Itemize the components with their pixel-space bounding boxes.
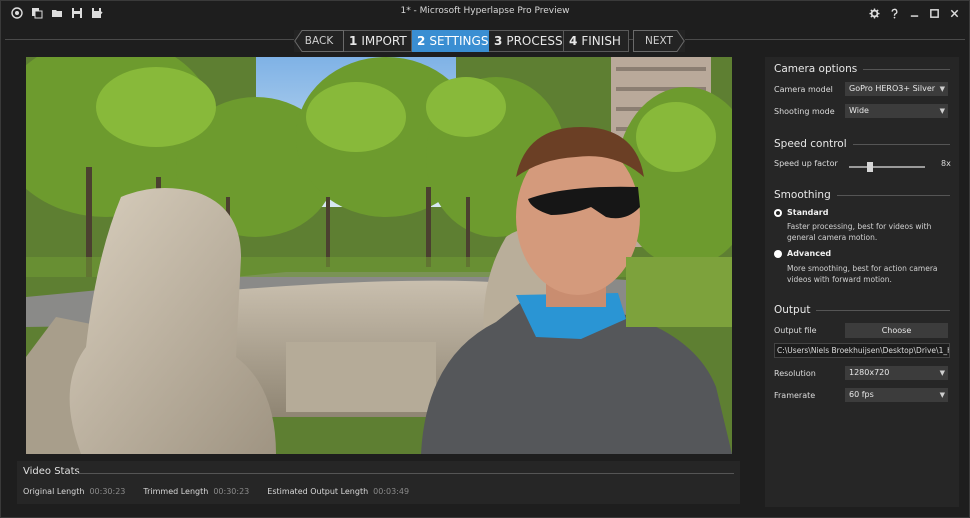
step-label: FINISH (581, 34, 621, 48)
output-path-field[interactable]: C:\Users\Niels Broekhuijsen\Desktop\Driv… (774, 343, 950, 358)
video-frame (26, 57, 732, 454)
section-divider (852, 143, 950, 145)
back-button[interactable]: BACK (294, 30, 344, 52)
slider-track (849, 166, 925, 168)
video-preview[interactable] (26, 57, 732, 454)
gear-icon[interactable] (865, 4, 883, 22)
settings-panel: Camera options Camera model GoPro HERO3+… (765, 57, 959, 507)
next-button-label: NEXT (645, 35, 673, 47)
dropdown-value: 1280x720 (849, 368, 890, 377)
app-window: 1* - Microsoft Hyperlapse Pro Preview BA… (0, 0, 970, 518)
wizard-step-bar: BACK 1 IMPORT 2 SETTINGS 3 PROCESS 4 FIN… (1, 25, 969, 55)
window-title: 1* - Microsoft Hyperlapse Pro Preview (400, 6, 570, 16)
chevron-down-icon: ▼ (939, 107, 945, 115)
section-divider (816, 309, 950, 311)
smoothing-standard-description: Faster processing, best for videos with … (787, 222, 932, 242)
framerate-label: Framerate (774, 391, 816, 400)
resolution-dropdown[interactable]: 1280x720 ▼ (845, 366, 948, 380)
framerate-dropdown[interactable]: 60 fps ▼ (845, 388, 948, 402)
step-process[interactable]: 3 PROCESS (489, 30, 564, 52)
speed-control-heading: Speed control (774, 138, 950, 150)
dropdown-value: Wide (849, 106, 869, 115)
maximize-icon[interactable] (925, 4, 943, 22)
camera-model-dropdown[interactable]: GoPro HERO3+ Silver ▼ (845, 82, 948, 96)
stat-value: 00:30:23 (213, 487, 250, 496)
help-icon[interactable] (885, 4, 903, 22)
stat-trimmed-length: Trimmed Length 00:30:23 (143, 487, 249, 496)
step-number: 2 (417, 34, 426, 48)
shooting-mode-label: Shooting mode (774, 107, 835, 116)
dropdown-value: 60 fps (849, 390, 874, 399)
shooting-mode-dropdown[interactable]: Wide ▼ (845, 104, 948, 118)
close-icon[interactable] (945, 4, 963, 22)
resolution-label: Resolution (774, 369, 816, 378)
slider-thumb[interactable] (867, 162, 873, 172)
chevron-down-icon: ▼ (939, 391, 945, 399)
speed-factor-value: 8x (941, 159, 951, 168)
step-number: 3 (494, 34, 503, 48)
output-heading: Output (774, 304, 950, 316)
stats-divider (77, 473, 734, 474)
camera-model-label: Camera model (774, 85, 833, 94)
section-divider (863, 68, 950, 70)
chevron-down-icon: ▼ (939, 85, 945, 93)
stats-row: Original Length 00:30:23 Trimmed Length 00… (23, 487, 427, 496)
speed-factor-label: Speed up factor (774, 159, 838, 168)
chevron-down-icon: ▼ (939, 369, 945, 377)
step-settings[interactable]: 2 SETTINGS (412, 30, 489, 52)
stat-estimated-length: Estimated Output Length 00:03:49 (267, 487, 409, 496)
smoothing-standard-radio[interactable] (774, 209, 782, 217)
stat-label: Trimmed Length (143, 487, 209, 496)
next-button[interactable]: NEXT (633, 30, 685, 52)
stat-label: Estimated Output Length (267, 487, 369, 496)
stat-original-length: Original Length 00:30:23 (23, 487, 125, 496)
output-file-label: Output file (774, 326, 817, 335)
step-label: PROCESS (506, 34, 563, 48)
section-title: Camera options (774, 63, 858, 75)
smoothing-advanced-description: More smoothing, best for action camera v… (787, 264, 938, 284)
stat-label: Original Length (23, 487, 85, 496)
video-stats-heading: Video Stats (23, 466, 80, 477)
step-label: SETTINGS (429, 34, 489, 48)
section-title: Speed control (774, 138, 847, 150)
stat-value: 00:03:49 (373, 487, 410, 496)
step-number: 1 (349, 34, 358, 48)
dropdown-value: GoPro HERO3+ Silver (849, 84, 936, 93)
speed-factor-slider[interactable] (849, 162, 925, 172)
video-stats-panel: Video Stats Original Length 00:30:23 Trim… (17, 461, 740, 504)
choose-output-button[interactable]: Choose (845, 323, 948, 338)
smoothing-advanced-label: Advanced (787, 249, 832, 258)
section-title: Smoothing (774, 189, 831, 201)
minimize-icon[interactable] (905, 4, 923, 22)
window-controls (865, 4, 963, 22)
camera-options-heading: Camera options (774, 63, 950, 75)
smoothing-advanced-radio[interactable] (774, 250, 782, 258)
step-number: 4 (569, 34, 578, 48)
section-divider (836, 194, 950, 196)
step-import[interactable]: 1 IMPORT (344, 30, 412, 52)
section-title: Output (774, 304, 811, 316)
title-bar: 1* - Microsoft Hyperlapse Pro Preview (1, 1, 969, 25)
step-finish[interactable]: 4 FINISH (564, 30, 629, 52)
back-button-label: BACK (304, 35, 334, 47)
wizard-steps: BACK 1 IMPORT 2 SETTINGS 3 PROCESS 4 FIN… (294, 30, 685, 52)
step-label: IMPORT (361, 34, 407, 48)
smoothing-standard-label: Standard (787, 208, 829, 217)
smoothing-heading: Smoothing (774, 189, 950, 201)
stat-value: 00:30:23 (89, 487, 126, 496)
